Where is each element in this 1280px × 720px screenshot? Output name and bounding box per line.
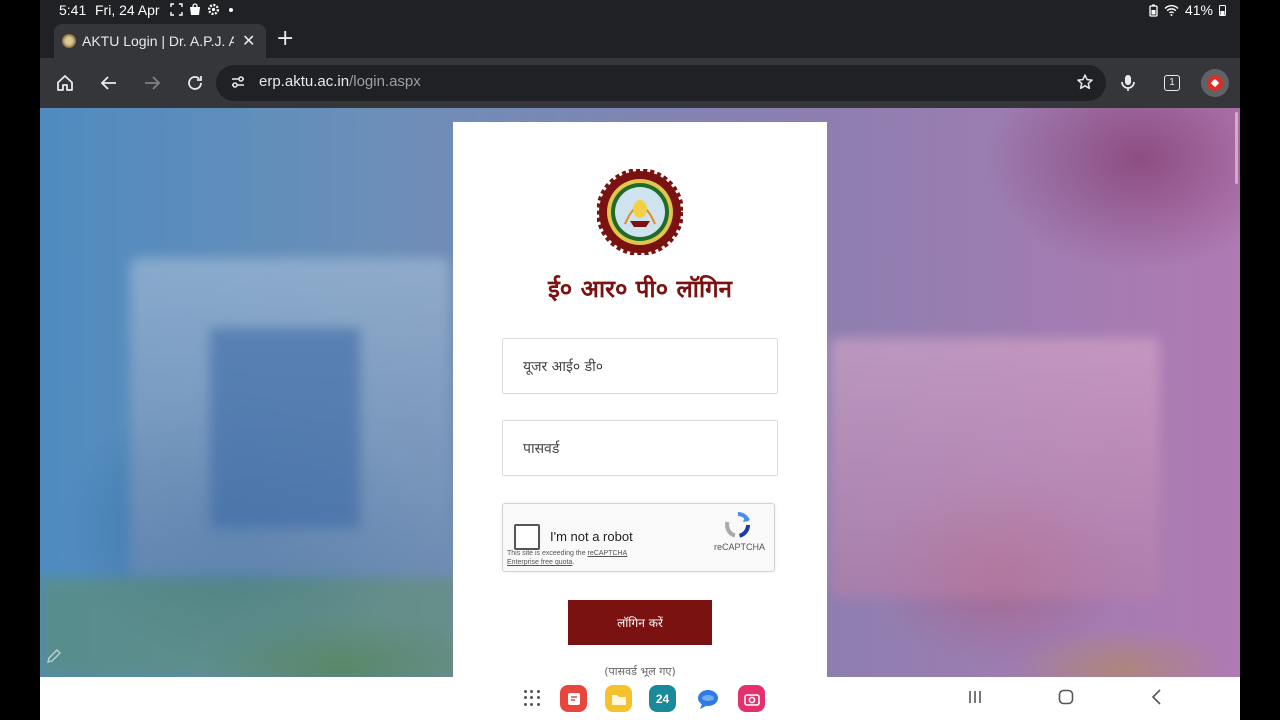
more-notifications-dot-icon (229, 7, 233, 12)
background-building-right (830, 338, 1160, 598)
user-id-placeholder: यूजर आई० डी० (523, 358, 603, 375)
address-bar[interactable]: erp.aktu.ac.in/login.aspx (216, 65, 1106, 101)
settings-icon (207, 3, 220, 16)
recaptcha-logo-icon (725, 512, 750, 538)
close-tab-icon[interactable]: ✕ (242, 31, 255, 51)
aktu-favicon-icon (62, 34, 76, 48)
screenshot-icon (170, 3, 183, 16)
url-host: erp.aktu.ac.in (259, 73, 350, 90)
login-button[interactable]: लॉगिन करें (568, 600, 712, 645)
calendar-app-icon[interactable]: 24 (649, 685, 676, 712)
messages-app-icon[interactable] (694, 685, 721, 712)
battery-icon (1219, 5, 1226, 16)
taskbar: 24 (40, 677, 1240, 720)
url-text[interactable]: erp.aktu.ac.in/login.aspx (259, 73, 421, 90)
letterbox-right (1240, 0, 1280, 720)
site-settings-icon[interactable] (230, 74, 246, 94)
profile-avatar[interactable] (1201, 69, 1229, 97)
user-id-input[interactable]: यूजर आई० डी० (502, 338, 778, 394)
status-notification-icons (170, 3, 233, 16)
back-icon[interactable] (97, 71, 121, 95)
new-tab-icon[interactable]: + (276, 28, 294, 50)
forward-icon[interactable] (140, 71, 164, 95)
status-date: Fri, 24 Apr (95, 2, 160, 18)
recaptcha-label: I'm not a robot (550, 529, 633, 544)
wifi-icon (1164, 5, 1179, 16)
shopping-bag-icon (190, 3, 200, 15)
recaptcha-quota-note: This site is exceeding the reCAPTCHA Ent… (507, 549, 657, 567)
microphone-icon[interactable] (1116, 71, 1140, 95)
status-time: 5:41 (59, 2, 87, 18)
recent-apps-icon[interactable] (966, 688, 984, 710)
home-icon[interactable] (53, 71, 77, 95)
url-path: /login.aspx (349, 73, 421, 90)
background-trees (40, 578, 460, 677)
bookmark-star-icon[interactable] (1076, 73, 1094, 95)
my-files-app-icon[interactable] (605, 685, 632, 712)
tab-switcher-button[interactable]: 1 (1164, 75, 1180, 91)
tab-aktu-login[interactable]: AKTU Login | Dr. A.P.J. Al ✕ (54, 24, 266, 58)
profile-update-icon (1207, 75, 1223, 91)
pencil-icon[interactable] (46, 648, 62, 668)
camera-app-icon[interactable] (738, 685, 765, 712)
aktu-logo-emblem (597, 169, 683, 255)
battery-percent: 41% (1184, 2, 1213, 18)
page-scrollbar[interactable] (1235, 112, 1238, 184)
recaptcha-widget: I'm not a robot reCAPTCHA This site is e… (502, 503, 775, 572)
reload-icon[interactable] (183, 71, 207, 95)
background-building-windows (210, 328, 360, 528)
status-system-icons: 41% (1149, 2, 1226, 18)
app-drawer-icon[interactable] (524, 690, 540, 706)
back-button-icon[interactable] (1148, 688, 1166, 710)
tab-title: AKTU Login | Dr. A.P.J. Al (82, 33, 234, 49)
login-card: ई० आर० पी० लॉगिन यूजर आई० डी० पासवर्ड I'… (453, 122, 827, 677)
recaptcha-note-prefix: This site is exceeding the (507, 550, 588, 557)
forgot-password-link[interactable]: (पासवर्ड भूल गए) (453, 664, 827, 677)
battery-saver-icon (1149, 4, 1158, 17)
recaptcha-brand: reCAPTCHA (714, 542, 766, 552)
recaptcha-note-suffix: . (572, 559, 575, 566)
tab-strip: AKTU Login | Dr. A.P.J. Al ✕ + (40, 22, 1240, 58)
letterbox-left (0, 0, 40, 720)
page-title: ई० आर० पी० लॉगिन (547, 275, 733, 303)
home-button-icon[interactable] (1057, 688, 1075, 710)
page-content: ई० आर० पी० लॉगिन यूजर आई० डी० पासवर्ड I'… (40, 108, 1240, 677)
recaptcha-checkbox[interactable] (514, 524, 540, 550)
samsung-notes-app-icon[interactable] (560, 685, 587, 712)
password-input[interactable]: पासवर्ड (502, 420, 778, 476)
browser-toolbar: erp.aktu.ac.in/login.aspx 1 (40, 58, 1240, 108)
password-placeholder: पासवर्ड (523, 440, 560, 457)
status-bar: 5:41 Fri, 24 Apr 41% (40, 0, 1240, 22)
